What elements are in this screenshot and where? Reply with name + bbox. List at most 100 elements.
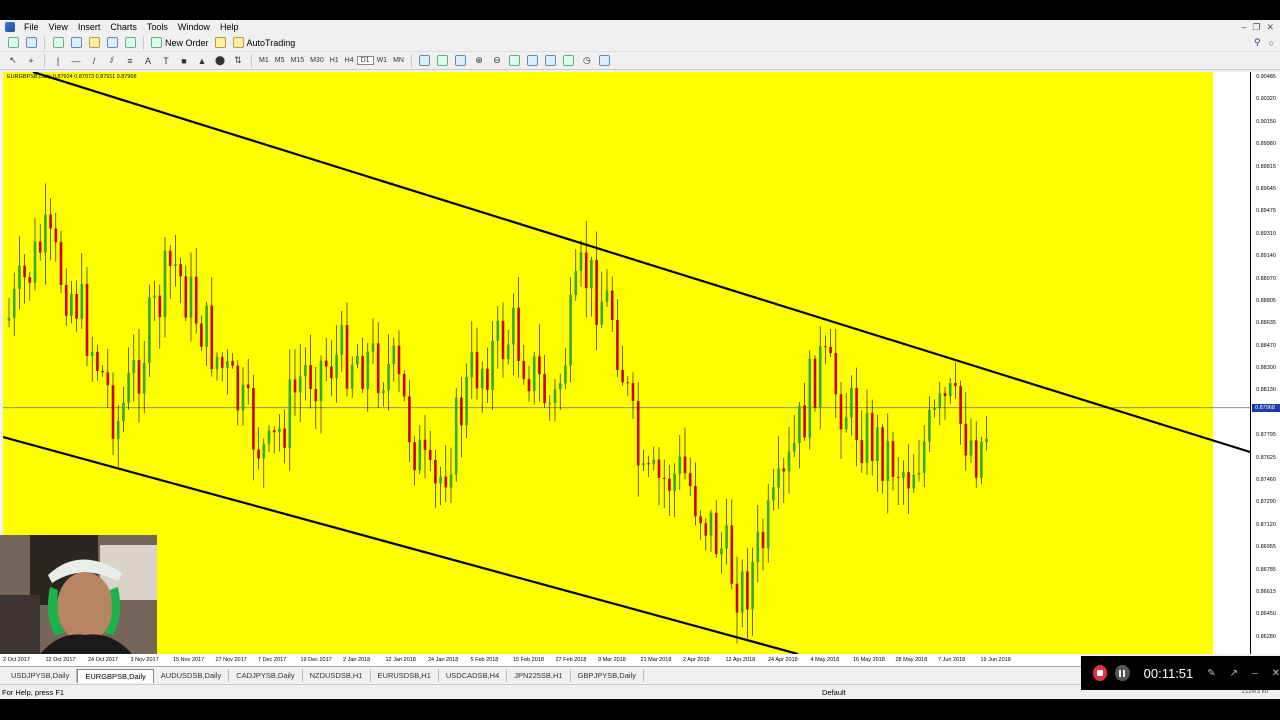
triangle-icon[interactable]: ▲ [195, 54, 209, 68]
bear-candle [272, 430, 276, 433]
terminal-icon[interactable] [105, 36, 119, 50]
candlestick-icon[interactable] [436, 54, 450, 68]
menu-tools[interactable]: Tools [142, 22, 173, 32]
price-scale[interactable]: 0.90485 0.90320 0.90150 0.89980 0.89815 0.896… [1250, 72, 1280, 662]
zoom-out-icon[interactable]: ⊖ [490, 54, 504, 68]
timeframe-m30[interactable]: M30 [307, 57, 327, 64]
search-icon[interactable]: ⚲ [1254, 37, 1261, 48]
bull-candle [876, 427, 879, 461]
crosshair-icon[interactable]: + [24, 54, 38, 68]
metaeditor-icon[interactable] [214, 36, 228, 50]
chart-tab[interactable]: USDCADSB,H4 [439, 669, 508, 682]
bear-candle [49, 214, 52, 229]
stop-record-button[interactable] [1093, 665, 1108, 681]
chart-tab[interactable]: USDJPYSB,Daily [4, 669, 78, 682]
indicators-icon[interactable] [562, 54, 576, 68]
price-tick-label: 0.88300 [1256, 365, 1276, 371]
timeframe-m1[interactable]: M1 [256, 57, 272, 64]
data-window-icon[interactable] [69, 36, 83, 50]
bear-candle [704, 523, 708, 536]
bull-candle [465, 377, 468, 426]
horizontal-line-icon[interactable]: — [69, 54, 83, 68]
rectangle-icon[interactable]: ■ [177, 54, 191, 68]
bear-candle [179, 264, 182, 277]
cursor-icon[interactable]: ↖ [6, 54, 20, 68]
toolbar-divider [44, 35, 45, 50]
price-tick-label: 0.88635 [1256, 320, 1276, 327]
minimize-recorder-icon[interactable]: – [1252, 668, 1258, 679]
chart-tab[interactable]: NZDUSDSB,H1 [303, 669, 371, 682]
autotrading-button[interactable]: AutoTrading [230, 37, 299, 48]
bull-candle [340, 325, 344, 355]
timeframe-h4[interactable]: H4 [342, 57, 357, 64]
timeframe-w1[interactable]: W1 [374, 57, 391, 64]
bear-candle [486, 368, 489, 390]
expand-icon[interactable]: ↗ [1230, 668, 1238, 679]
market-watch-icon[interactable] [51, 36, 65, 50]
text-label-icon[interactable]: T [159, 54, 173, 68]
chart-window[interactable]: EURGBPSB,Daily 0.87924 0.87973 0.87911 0… [3, 72, 1280, 662]
chart-tab[interactable]: JPN225SB,H1 [507, 669, 571, 682]
bull-candle [70, 294, 73, 316]
chart-tab[interactable]: EURUSDSB,H1 [371, 669, 439, 682]
menu-window[interactable]: Window [173, 22, 215, 32]
community-icon[interactable]: ○ [1269, 38, 1274, 48]
chart-tab[interactable]: GBPJPYSB,Daily [571, 669, 644, 682]
fibonacci-icon[interactable]: ≡ [123, 54, 137, 68]
bear-candle [38, 241, 42, 253]
chart-tab[interactable]: AUDUSDSB,Daily [154, 669, 230, 682]
bear-candle [538, 356, 541, 375]
templates-icon[interactable] [598, 54, 612, 68]
bull-candle [163, 250, 167, 317]
minimize-icon[interactable]: – [1241, 22, 1246, 33]
timeframe-d1[interactable]: D1 [356, 56, 374, 65]
price-chart[interactable] [3, 72, 1250, 654]
restore-icon[interactable]: ❐ [1252, 22, 1260, 33]
menu-help[interactable]: Help [215, 22, 244, 32]
periods-icon[interactable]: ◷ [580, 54, 594, 68]
bull-candle [922, 441, 926, 473]
menu-charts[interactable]: Charts [105, 22, 142, 32]
menu-file[interactable]: File [19, 22, 44, 32]
chart-shift-icon[interactable] [526, 54, 540, 68]
bull-candle [278, 428, 281, 433]
date-tick-label: 15 Feb 2018 [513, 657, 544, 663]
new-chart-icon[interactable] [6, 36, 20, 50]
pause-record-button[interactable] [1115, 665, 1130, 681]
bear-candle [527, 379, 531, 392]
bear-candle [246, 384, 250, 388]
bear-candle [657, 459, 661, 478]
arrows-icon[interactable]: ⇅ [231, 54, 245, 68]
timeframe-m15[interactable]: M15 [287, 57, 307, 64]
menu-view[interactable]: View [44, 22, 73, 32]
timeframe-m5[interactable]: M5 [272, 57, 288, 64]
bull-candle [709, 512, 713, 536]
tile-windows-icon[interactable] [508, 54, 522, 68]
bar-chart-icon[interactable] [418, 54, 432, 68]
equidistant-channel-icon[interactable]: ⫽ [105, 54, 119, 68]
bull-candle [605, 290, 609, 302]
bear-candle [220, 356, 224, 368]
line-chart-icon[interactable] [454, 54, 468, 68]
chart-tab[interactable]: EURGBPSB,Daily [77, 668, 154, 683]
close-recorder-icon[interactable]: ✕ [1272, 668, 1280, 679]
close-icon[interactable]: ✕ [1266, 22, 1274, 33]
chart-tab[interactable]: CADJPYSB,Daily [229, 669, 303, 682]
zoom-in-icon[interactable]: ⊕ [472, 54, 486, 68]
toolbar-divider [410, 53, 412, 68]
vertical-line-icon[interactable]: | [51, 54, 65, 68]
profiles-icon[interactable] [24, 36, 38, 50]
strategy-tester-icon[interactable] [123, 36, 137, 50]
menu-insert[interactable]: Insert [73, 22, 106, 32]
new-order-button[interactable]: New Order [148, 37, 212, 48]
timeframe-h1[interactable]: H1 [327, 57, 342, 64]
text-icon[interactable]: A [141, 54, 155, 68]
draw-icon[interactable]: ✎ [1207, 668, 1215, 679]
timeframe-mn[interactable]: MN [390, 57, 407, 64]
trendline-icon[interactable]: / [87, 54, 101, 68]
ellipse-icon[interactable]: ⬤ [213, 54, 227, 68]
bear-candle [361, 356, 364, 389]
navigator-icon[interactable] [87, 36, 101, 50]
date-axis: 2 Oct 2017 12 Oct 2017 24 Oct 2017 3 Nov 20… [0, 654, 1080, 666]
autoscroll-icon[interactable] [544, 54, 558, 68]
